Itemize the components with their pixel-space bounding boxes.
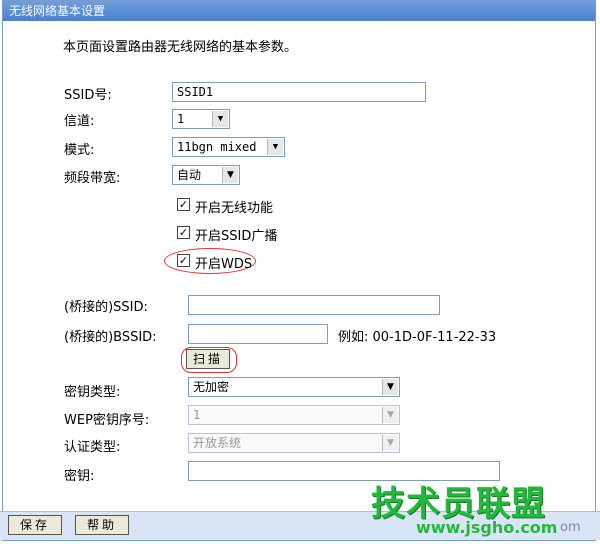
- wds-enable-checkbox[interactable]: ✓: [177, 254, 190, 267]
- scan-button[interactable]: 扫描: [186, 349, 230, 369]
- ssid-label: SSID号:: [64, 88, 112, 103]
- bssid-example-text: 例如: 00-1D-0F-11-22-33: [338, 330, 497, 345]
- bridged-bssid-input[interactable]: [188, 324, 328, 344]
- chevron-down-icon: ▼: [212, 111, 228, 127]
- wds-enable-label: 开启WDS: [195, 257, 253, 272]
- channel-value: 1: [177, 112, 185, 126]
- intro-text: 本页面设置路由器无线网络的基本参数。: [63, 40, 298, 55]
- ssid-broadcast-label: 开启SSID广播: [195, 229, 278, 244]
- bridged-bssid-label: (桥接的)BSSID:: [64, 330, 157, 345]
- key-type-value: 无加密: [193, 380, 230, 394]
- ssid-broadcast-checkbox[interactable]: ✓: [177, 226, 190, 239]
- chevron-down-icon: ▼: [267, 139, 283, 155]
- key-label: 密钥:: [64, 469, 95, 484]
- window-title: 无线网络基本设置: [3, 1, 595, 21]
- chevron-down-icon: ▼: [382, 379, 398, 395]
- bridged-ssid-label: (桥接的)SSID:: [64, 300, 148, 315]
- channel-label: 信道:: [64, 114, 95, 129]
- mode-select[interactable]: 11bgn mixed ▼: [172, 137, 285, 157]
- chevron-down-icon: ▼: [222, 167, 238, 183]
- auth-type-value: 开放系统: [193, 436, 242, 450]
- auth-type-label: 认证类型:: [64, 440, 121, 455]
- wireless-enable-checkbox[interactable]: ✓: [177, 198, 190, 211]
- wep-index-value: 1: [193, 408, 201, 422]
- ssid-input[interactable]: SSID1: [172, 82, 426, 102]
- bandwidth-label: 频段带宽:: [64, 171, 121, 186]
- watermark-url: www.jsgho.com: [416, 518, 558, 537]
- key-type-label: 密钥类型:: [64, 385, 121, 400]
- wireless-enable-label: 开启无线功能: [195, 201, 274, 216]
- channel-select[interactable]: 1 ▼: [172, 109, 230, 129]
- watermark-extra: om: [560, 520, 581, 535]
- chevron-down-icon: ▼: [382, 435, 398, 451]
- bandwidth-select[interactable]: 自动 ▼: [172, 165, 240, 185]
- key-type-select[interactable]: 无加密 ▼: [188, 377, 400, 397]
- wep-index-select[interactable]: 1 ▼: [188, 405, 400, 425]
- wep-index-label: WEP密钥序号:: [64, 413, 150, 428]
- chevron-down-icon: ▼: [382, 407, 398, 423]
- mode-value: 11bgn mixed: [177, 140, 257, 154]
- auth-type-select[interactable]: 开放系统 ▼: [188, 433, 400, 453]
- help-button[interactable]: 帮助: [75, 515, 129, 535]
- mode-label: 模式:: [64, 143, 95, 158]
- save-button[interactable]: 保存: [8, 515, 62, 535]
- bridged-ssid-input[interactable]: [188, 295, 440, 315]
- bandwidth-value: 自动: [177, 168, 202, 182]
